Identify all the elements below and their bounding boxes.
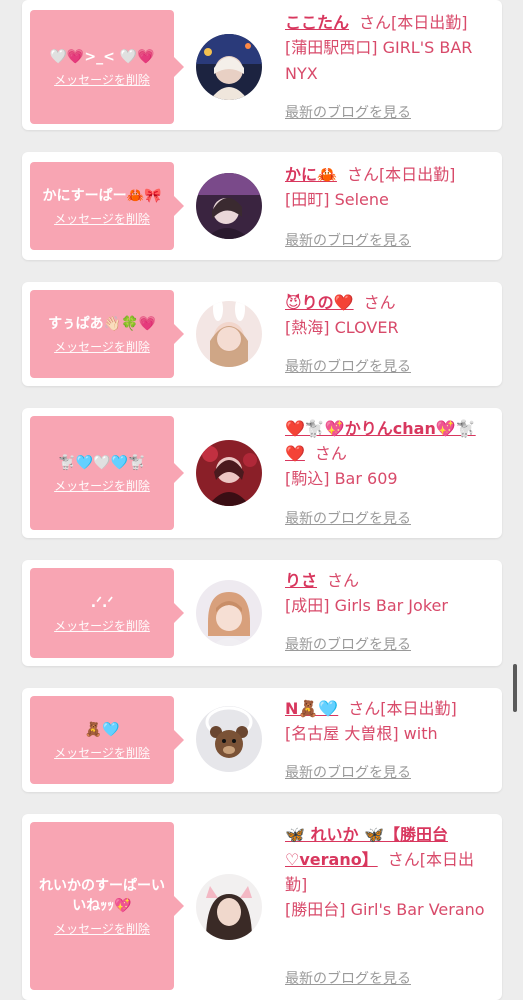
avatar[interactable] bbox=[196, 173, 262, 239]
cast-suffix: さん[本日出勤] bbox=[346, 165, 456, 184]
delete-message-link[interactable]: メッセージを削除 bbox=[54, 477, 150, 494]
message-text: れいかのすーぱーいいねｯｯ💖 bbox=[39, 877, 165, 914]
message-bubble: 🤍💗>_< 🤍💗 メッセージを削除 bbox=[30, 10, 184, 124]
latest-blog-link[interactable]: 最新のブログを見る bbox=[285, 356, 411, 376]
bob-hair-portrait-icon bbox=[196, 580, 262, 646]
cast-info: ここたん さん[本日出勤] [蒲田駅西口] GIRL'S BAR NYX bbox=[285, 10, 495, 87]
latest-blog-link[interactable]: 最新のブログを見る bbox=[285, 508, 411, 528]
message-text: かにすーぱー🦀🎀 bbox=[42, 187, 162, 204]
cast-suffix: さん[本日出勤] bbox=[359, 13, 468, 32]
cast-name-link[interactable]: N🧸🩵 bbox=[285, 699, 338, 718]
cast-name-link[interactable]: りさ bbox=[285, 571, 317, 590]
delete-message-link[interactable]: メッセージを削除 bbox=[54, 920, 150, 937]
favorite-card: 🐩🩵🤍🩵🐩 メッセージを削除 ❤️🐩💖かりんchan💖🐩❤️ さん [駒込] Ba… bbox=[22, 408, 502, 538]
message-text: 🧸🩵 bbox=[84, 721, 120, 738]
message-bubble: すぅぱあ👋🏻🍀💗 メッセージを削除 bbox=[30, 290, 184, 378]
shop-name: [田町] Selene bbox=[285, 190, 389, 209]
cat-ears-portrait-icon bbox=[196, 874, 262, 940]
cast-suffix: さん[本日出勤] bbox=[348, 699, 457, 718]
favorite-card: かにすーぱー🦀🎀 メッセージを削除 かに🦀 さん[本日出勤] [田町] Selen… bbox=[22, 152, 502, 260]
message-bubble: れいかのすーぱーいいねｯｯ💖 メッセージを削除 bbox=[30, 822, 184, 990]
latest-blog-link[interactable]: 最新のブログを見る bbox=[285, 762, 411, 782]
message-bubble: 🧸🩵 メッセージを削除 bbox=[30, 696, 184, 784]
delete-message-link[interactable]: メッセージを削除 bbox=[54, 210, 150, 227]
red-rose-portrait-icon bbox=[196, 440, 262, 506]
shop-name: [駒込] Bar 609 bbox=[285, 469, 398, 488]
favorite-card: 🧸🩵 メッセージを削除 N🧸🩵 さん[本日出勤] [名古屋 大曽根] with 最… bbox=[22, 688, 502, 792]
latest-blog-link[interactable]: 最新のブログを見る bbox=[285, 102, 411, 122]
avatar[interactable] bbox=[196, 874, 262, 940]
message-text: .ᐟ.ᐟ bbox=[90, 594, 114, 611]
night-city-portrait-icon bbox=[196, 34, 262, 100]
cast-info: N🧸🩵 さん[本日出勤] [名古屋 大曽根] with bbox=[285, 696, 495, 747]
cast-suffix: さん bbox=[314, 444, 347, 463]
cast-info: 🦋 れいか 🦋【勝田台♡verano】 さん[本日出勤] [勝田台] Girl's… bbox=[285, 822, 495, 923]
avatar[interactable] bbox=[196, 301, 262, 367]
message-text: 🤍💗>_< 🤍💗 bbox=[49, 48, 155, 65]
cast-name-link[interactable]: かに🦀 bbox=[285, 165, 337, 184]
avatar[interactable] bbox=[196, 580, 262, 646]
avatar[interactable] bbox=[196, 34, 262, 100]
teddy-bear-portrait-icon bbox=[196, 706, 262, 772]
delete-message-link[interactable]: メッセージを削除 bbox=[54, 744, 150, 761]
bunny-ears-portrait-icon bbox=[196, 301, 262, 367]
message-text: 🐩🩵🤍🩵🐩 bbox=[58, 454, 146, 471]
latest-blog-link[interactable]: 最新のブログを見る bbox=[285, 230, 411, 250]
message-text: すぅぱあ👋🏻🍀💗 bbox=[48, 315, 156, 332]
scrollbar-thumb[interactable] bbox=[513, 664, 517, 712]
latest-blog-link[interactable]: 最新のブログを見る bbox=[285, 968, 411, 988]
delete-message-link[interactable]: メッセージを削除 bbox=[54, 71, 150, 88]
favorite-card: 🤍💗>_< 🤍💗 メッセージを削除 ここたん さん[本日出勤] [蒲田駅西口] G… bbox=[22, 0, 502, 130]
avatar[interactable] bbox=[196, 706, 262, 772]
shop-name: [成田] Girls Bar Joker bbox=[285, 596, 448, 615]
cast-info: ❤️🐩💖かりんchan💖🐩❤️ さん [駒込] Bar 609 bbox=[285, 416, 495, 492]
delete-message-link[interactable]: メッセージを削除 bbox=[54, 338, 150, 355]
message-bubble: 🐩🩵🤍🩵🐩 メッセージを削除 bbox=[30, 416, 184, 530]
delete-message-link[interactable]: メッセージを削除 bbox=[54, 617, 150, 634]
cast-info: かに🦀 さん[本日出勤] [田町] Selene bbox=[285, 162, 495, 213]
cast-name-link[interactable]: 😈りの❤️ bbox=[285, 293, 354, 312]
favorite-card: すぅぱあ👋🏻🍀💗 メッセージを削除 😈りの❤️ さん [熱海] CLOVER 最新… bbox=[22, 282, 502, 386]
cast-name-link[interactable]: ❤️🐩💖かりんchan💖🐩❤️ bbox=[285, 419, 476, 463]
cast-suffix: さん bbox=[327, 571, 360, 590]
cast-suffix: さん bbox=[363, 293, 396, 312]
shop-name: [蒲田駅西口] GIRL'S BAR NYX bbox=[285, 38, 473, 83]
shop-name: [名古屋 大曽根] with bbox=[285, 724, 438, 743]
message-bubble: .ᐟ.ᐟ メッセージを削除 bbox=[30, 568, 184, 658]
latest-blog-link[interactable]: 最新のブログを見る bbox=[285, 634, 411, 654]
message-bubble: かにすーぱー🦀🎀 メッセージを削除 bbox=[30, 162, 184, 250]
shop-name: [熱海] CLOVER bbox=[285, 318, 399, 337]
favorite-card: .ᐟ.ᐟ メッセージを削除 りさ さん [成田] Girls Bar Joker … bbox=[22, 560, 502, 666]
cast-info: りさ さん [成田] Girls Bar Joker bbox=[285, 568, 495, 619]
shop-name: [勝田台] Girl's Bar Verano bbox=[285, 900, 485, 919]
favorite-card: れいかのすーぱーいいねｯｯ💖 メッセージを削除 🦋 れいか 🦋【勝田台♡vera… bbox=[22, 814, 502, 1000]
cast-info: 😈りの❤️ さん [熱海] CLOVER bbox=[285, 290, 495, 341]
cast-name-link[interactable]: ここたん bbox=[285, 13, 349, 32]
avatar[interactable] bbox=[196, 440, 262, 506]
dark-room-portrait-icon bbox=[196, 173, 262, 239]
